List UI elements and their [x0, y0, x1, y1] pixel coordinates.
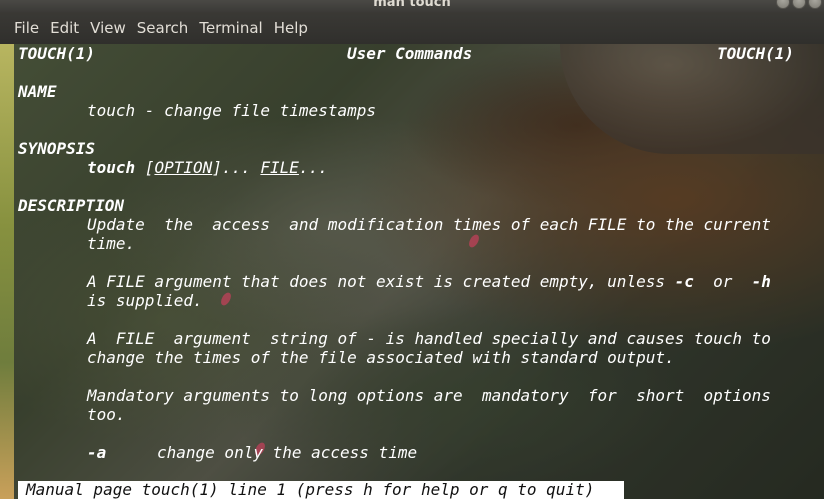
menu-terminal[interactable]: Terminal: [199, 19, 262, 37]
option-a-description: change only the access time: [157, 443, 418, 462]
synopsis-command: touch: [87, 158, 136, 177]
menu-help[interactable]: Help: [274, 19, 308, 37]
description-line: too.: [87, 405, 126, 424]
terminal-area[interactable]: TOUCH(1) User Commands TOUCH(1) NAME tou…: [0, 44, 824, 499]
minimize-button[interactable]: [776, 0, 790, 9]
synopsis-option: OPTION: [154, 158, 213, 177]
title-bar: man touch: [0, 0, 824, 12]
window-title: man touch: [373, 0, 451, 10]
window-controls: [776, 0, 822, 9]
flag-c: -c: [674, 272, 694, 291]
description-text: or: [693, 272, 752, 291]
description-line: change the times of the file associated …: [87, 348, 675, 367]
man-header-right: TOUCH(1): [717, 44, 795, 63]
menu-edit[interactable]: Edit: [50, 19, 79, 37]
menu-search[interactable]: Search: [137, 19, 189, 37]
section-description-heading: DESCRIPTION: [18, 196, 124, 215]
close-button[interactable]: [808, 0, 822, 9]
synopsis-file: FILE: [260, 158, 299, 177]
description-line: time.: [87, 234, 136, 253]
description-line: Mandatory arguments to long options are …: [87, 386, 771, 405]
section-name-heading: NAME: [18, 82, 57, 101]
description-line: A FILE argument string of - is handled s…: [87, 329, 771, 348]
menu-file[interactable]: File: [14, 19, 39, 37]
description-line: Update the access and modification times…: [87, 215, 771, 234]
background-edge: [0, 44, 14, 499]
synopsis-text: [: [135, 158, 155, 177]
description-line: is supplied.: [87, 291, 203, 310]
maximize-button[interactable]: [792, 0, 806, 9]
man-header-left: TOUCH(1): [18, 44, 96, 63]
pager-status-line: Manual page touch(1) line 1 (press h for…: [18, 481, 624, 499]
description-text: A FILE argument that does not exist is c…: [87, 272, 675, 291]
menu-view[interactable]: View: [90, 19, 126, 37]
synopsis-text: ]...: [212, 158, 261, 177]
menu-bar: File Edit View Search Terminal Help: [0, 12, 824, 44]
description-line: A FILE argument that does not exist is c…: [87, 272, 771, 291]
option-a-flag: -a: [87, 443, 107, 462]
name-line: touch - change file timestamps: [87, 101, 376, 120]
man-header-center: User Commands: [347, 44, 473, 63]
flag-h: -h: [751, 272, 771, 291]
synopsis-text: ...: [298, 158, 328, 177]
section-synopsis-heading: SYNOPSIS: [18, 139, 96, 158]
synopsis-line: touch [OPTION]... FILE...: [87, 158, 328, 177]
